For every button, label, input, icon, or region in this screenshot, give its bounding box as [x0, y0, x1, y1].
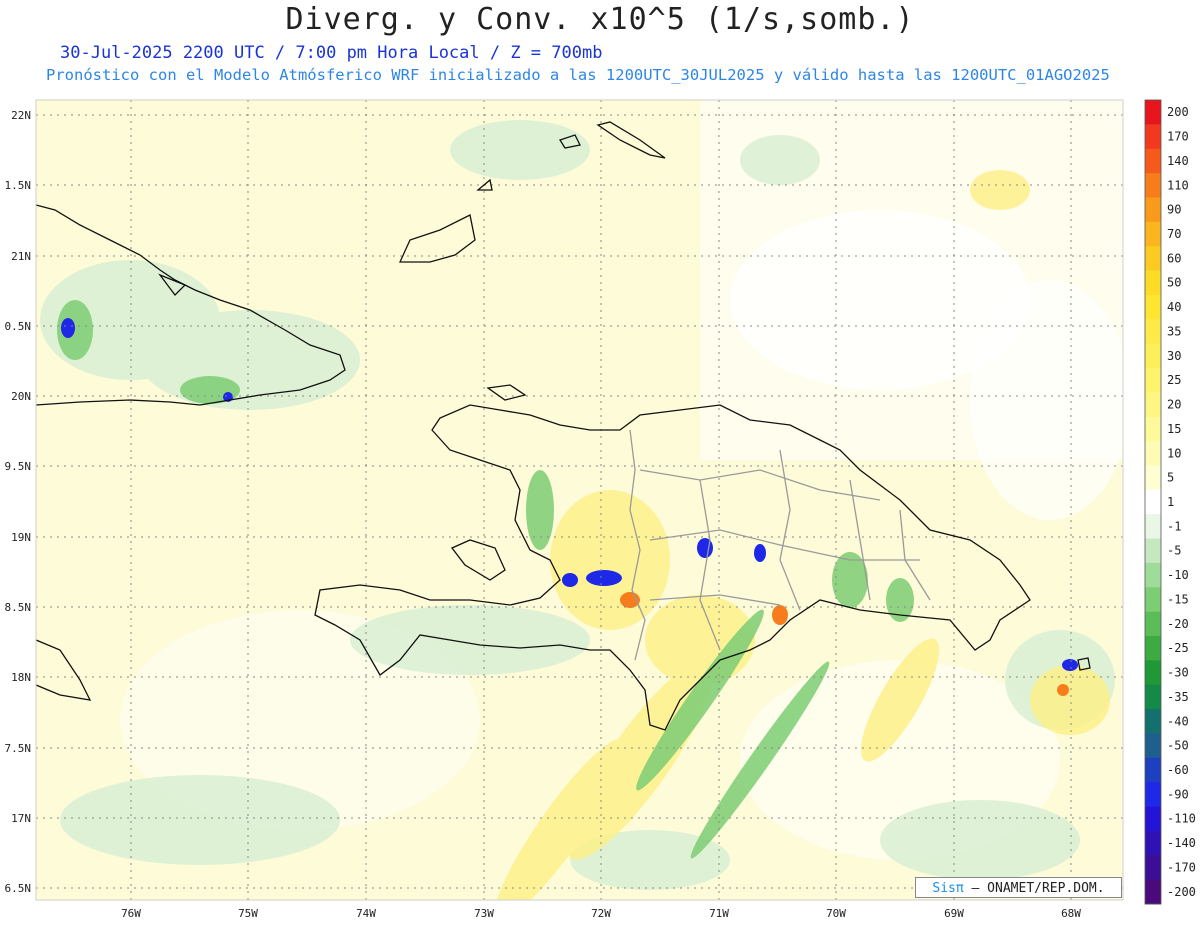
lat-label: 6.5N: [5, 882, 32, 895]
colorbar-swatch: [1145, 733, 1161, 759]
colorbar-swatch: [1145, 514, 1161, 539]
colorbar-label: 170: [1167, 130, 1189, 144]
colorbar-swatch: [1145, 465, 1161, 491]
colorbar-label: 10: [1167, 446, 1181, 460]
colorbar-label: 200: [1167, 105, 1189, 119]
colorbar-label: 15: [1167, 422, 1181, 436]
colorbar-label: -140: [1167, 836, 1196, 850]
lon-label: 73W: [474, 907, 494, 920]
colorbar-swatch: [1145, 368, 1161, 393]
colorbar-label: 60: [1167, 251, 1181, 265]
colorbar-label: 35: [1167, 324, 1181, 338]
lon-label: 72W: [591, 907, 611, 920]
colorbar-swatch: [1145, 489, 1161, 515]
colorbar-label: 140: [1167, 154, 1189, 168]
lat-label: 19N: [11, 531, 31, 544]
colorbar-swatch: [1145, 636, 1161, 661]
lat-label: 22N: [11, 109, 31, 122]
shaded-field: [36, 100, 1123, 900]
colorbar-label: -1: [1167, 519, 1181, 533]
colorbar-swatch: [1145, 562, 1161, 588]
colorbar-swatch: [1145, 197, 1161, 223]
longitude-labels: 76W 75W 74W 73W 72W 71W 70W 69W 68W: [121, 907, 1081, 920]
lon-label: 69W: [944, 907, 964, 920]
sispi-logo: Sisπ: [932, 881, 964, 896]
lat-label: 0.5N: [5, 320, 32, 333]
colorbar-swatch: [1145, 416, 1161, 442]
colorbar-swatch: [1145, 221, 1161, 247]
colorbar-label: 50: [1167, 276, 1181, 290]
colorbar-swatch: [1145, 709, 1161, 734]
colorbar-label: -60: [1167, 763, 1189, 777]
lon-label: 75W: [238, 907, 258, 920]
colorbar-swatch: [1145, 319, 1161, 345]
colorbar-label: -200: [1167, 885, 1196, 899]
colorbar-swatch: [1145, 757, 1161, 783]
colorbar-label: -10: [1167, 568, 1189, 582]
colorbar-label: 40: [1167, 300, 1181, 314]
colorbar-label: 110: [1167, 178, 1189, 192]
colorbar-label: -30: [1167, 666, 1189, 680]
colorbar-label: -20: [1167, 617, 1189, 631]
lat-label: 17N: [11, 812, 31, 825]
lon-label: 70W: [826, 907, 846, 920]
colorbar-swatch: [1145, 173, 1161, 198]
colorbar-label: -90: [1167, 787, 1189, 801]
colorbar-swatch: [1145, 270, 1161, 296]
lon-label: 76W: [121, 907, 141, 920]
lon-label: 68W: [1061, 907, 1081, 920]
colorbar-swatch: [1145, 806, 1161, 832]
colorbar-label: 5: [1167, 471, 1174, 485]
colorbar-swatch: [1145, 538, 1161, 564]
lat-label: 9.5N: [5, 460, 32, 473]
colorbar-label: 70: [1167, 227, 1181, 241]
credit-text: – ONAMET/REP.DOM.: [963, 881, 1105, 896]
lat-label: 7.5N: [5, 742, 32, 755]
colorbar-swatch: [1145, 441, 1161, 466]
colorbar-label: -35: [1167, 690, 1189, 704]
colorbar-swatch: [1145, 830, 1161, 856]
colorbar-label: -25: [1167, 641, 1189, 655]
colorbar-label: -40: [1167, 714, 1189, 728]
lat-label: 20N: [11, 390, 31, 403]
colorbar-label: -15: [1167, 592, 1189, 606]
colorbar-label: 90: [1167, 203, 1181, 217]
colorbar-swatch: [1145, 855, 1161, 881]
colorbar-swatch: [1145, 392, 1161, 418]
colorbar: 200 170 140 110 90 70 60 50 40 35 30 25 20 15 10 5 1 -1 -5…: [1144, 99, 1196, 905]
divergence-map: 22N 1.5N 21N 0.5N 20N 9.5N 19N 8.5N 18N …: [5, 99, 1196, 920]
lat-label: 1.5N: [5, 179, 32, 192]
colorbar-label: -170: [1167, 860, 1196, 874]
colorbar-swatch: [1145, 611, 1161, 637]
colorbar-label: 25: [1167, 373, 1181, 387]
colorbar-swatch: [1145, 124, 1161, 150]
colorbar-swatch: [1145, 879, 1161, 905]
colorbar-swatch: [1145, 343, 1161, 369]
colorbar-swatch: [1145, 148, 1161, 174]
lat-label: 18N: [11, 671, 31, 684]
colorbar-label: 30: [1167, 349, 1181, 363]
lat-label: 8.5N: [5, 601, 32, 614]
lon-label: 74W: [356, 907, 376, 920]
credit-box: Sisπ – ONAMET/REP.DOM.: [915, 877, 1122, 898]
colorbar-swatch: [1145, 587, 1161, 613]
colorbar-label: 20: [1167, 398, 1181, 412]
lat-label: 21N: [11, 250, 31, 263]
colorbar-label: -5: [1167, 544, 1181, 558]
colorbar-label: -110: [1167, 812, 1196, 826]
colorbar-swatch: [1145, 782, 1161, 807]
colorbar-swatch: [1145, 684, 1161, 710]
colorbar-swatch: [1145, 660, 1161, 686]
colorbar-swatch: [1145, 100, 1161, 125]
colorbar-swatch: [1145, 294, 1161, 320]
lon-label: 71W: [709, 907, 729, 920]
colorbar-label: -50: [1167, 739, 1189, 753]
colorbar-label: 1: [1167, 495, 1174, 509]
colorbar-swatch: [1145, 246, 1161, 271]
latitude-labels: 22N 1.5N 21N 0.5N 20N 9.5N 19N 8.5N 18N …: [5, 109, 32, 895]
